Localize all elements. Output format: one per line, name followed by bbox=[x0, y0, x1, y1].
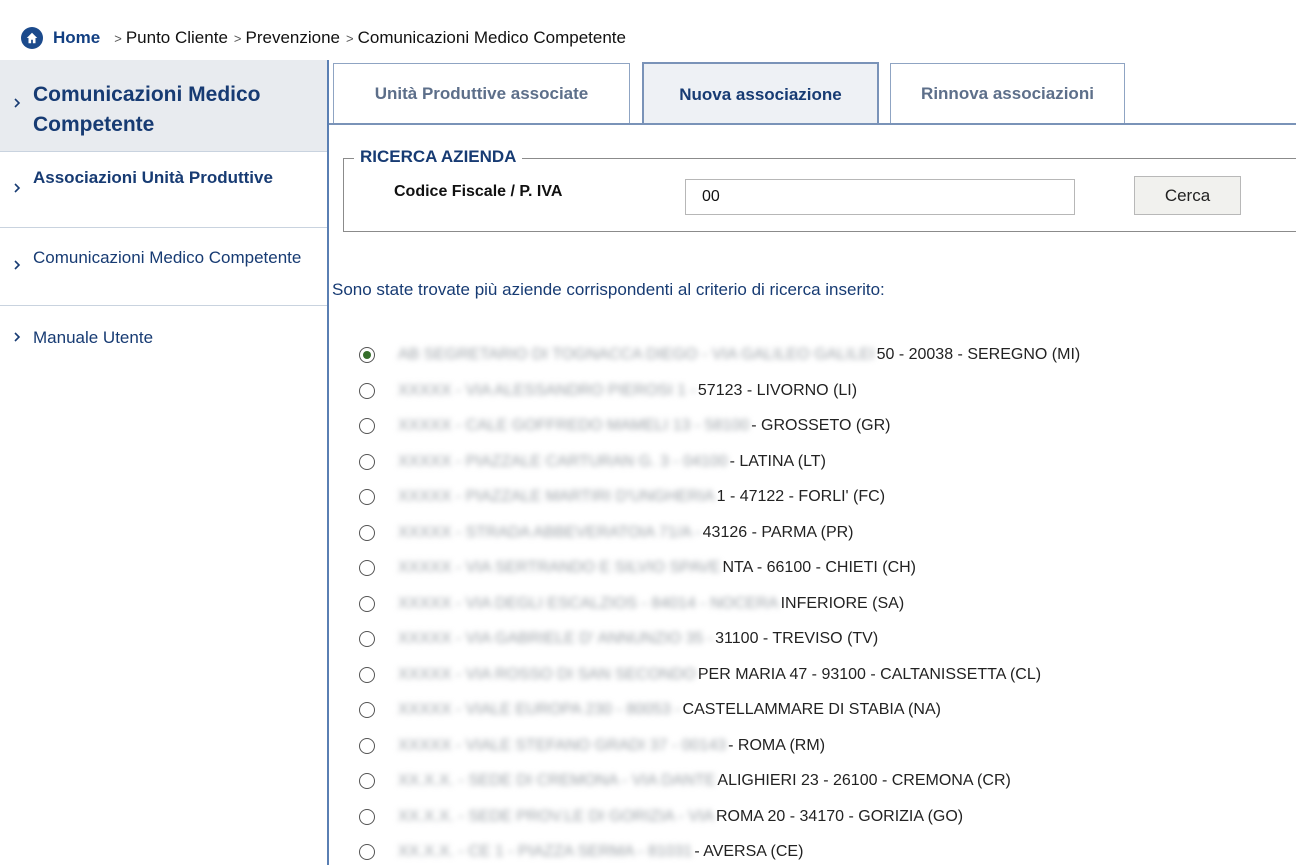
chevron-right-icon bbox=[14, 183, 21, 193]
results-list: AB SEGRETARIO DI TOGNACCA DIEGO - VIA GA… bbox=[329, 60, 1296, 865]
result-label: 50 - 20038 - SEREGNO (MI) bbox=[876, 346, 1081, 363]
radio-button[interactable] bbox=[359, 489, 375, 505]
radio-button[interactable] bbox=[359, 737, 375, 754]
breadcrumb: Home > Punto Cliente > Prevenzione > Com… bbox=[21, 26, 626, 50]
radio-button[interactable] bbox=[359, 347, 375, 363]
redacted-text: XXXXX - STRADA ABBEVERATOIA 71/A - bbox=[398, 523, 701, 541]
radio-button[interactable] bbox=[359, 595, 375, 612]
result-row[interactable]: XXXXX - VIALE EUROPA 230 - 80053 - CASTEL… bbox=[359, 695, 941, 725]
sidebar: Comunicazioni Medico Competente Associaz… bbox=[0, 60, 329, 865]
result-label: 31100 - TREVISO (TV) bbox=[715, 630, 879, 647]
breadcrumb-item[interactable]: Prevenzione bbox=[246, 28, 341, 48]
result-label: PER MARIA 47 - 93100 - CALTANISSETTA (CL… bbox=[697, 665, 1042, 683]
home-icon[interactable] bbox=[21, 27, 43, 49]
result-row[interactable]: XXXXX - VIA DEGLI ESCALZIOS - 84014 - NO… bbox=[359, 589, 904, 619]
radio-button[interactable] bbox=[359, 844, 375, 860]
redacted-text: XX.X.X. - CE 1 - PIAZZA SERMA - 81031 bbox=[398, 843, 693, 860]
redacted-text: XXXXX - PIAZZALE MARTIRI D'UNGHERIA bbox=[398, 488, 715, 505]
redacted-text: XX.X.X. - SEDE DI CREMONA - VIA DANTE bbox=[398, 772, 716, 789]
result-row[interactable]: XXXXX - VIA ALESSANDRO PIEROSI 1 -57123 … bbox=[359, 376, 857, 406]
radio-button[interactable] bbox=[359, 631, 375, 647]
radio-button[interactable] bbox=[359, 418, 375, 434]
radio-button[interactable] bbox=[359, 560, 375, 576]
result-row[interactable]: XXXXX - VIA GABRIELE D' ANNUNZIO 35 -311… bbox=[359, 624, 878, 654]
result-row[interactable]: XXXXX - CALE GOFFREDO MAMELI 13 - 58100-… bbox=[359, 411, 891, 441]
breadcrumb-bar: Home > Punto Cliente > Prevenzione > Com… bbox=[0, 0, 1296, 60]
result-label: 57123 - LIVORNO (LI) bbox=[697, 381, 858, 399]
result-row[interactable]: XXXXX - PIAZZALE MARTIRI D'UNGHERIA 1 - 4… bbox=[359, 482, 885, 512]
result-label: - GROSSETO (GR) bbox=[751, 417, 891, 434]
sidebar-item-manuale[interactable]: Manuale Utente bbox=[0, 306, 327, 366]
radio-button[interactable] bbox=[359, 702, 375, 718]
radio-button[interactable] bbox=[359, 453, 375, 470]
breadcrumb-separator: > bbox=[114, 30, 122, 46]
chevron-right-icon bbox=[14, 98, 21, 108]
chevron-right-icon bbox=[14, 260, 21, 270]
radio-button[interactable] bbox=[359, 382, 375, 399]
result-label: - AVERSA (CE) bbox=[694, 843, 804, 860]
sidebar-item-label: Comunicazioni Medico Competente bbox=[33, 248, 302, 267]
redacted-text: XX.X.X. - SEDE PROV.LE DI GORIZIA - VIA bbox=[398, 807, 714, 825]
sidebar-item-associazioni[interactable]: Associazioni Unità Produttive bbox=[0, 151, 327, 228]
result-label: INFERIORE (SA) bbox=[780, 594, 905, 612]
radio-button[interactable] bbox=[359, 666, 375, 683]
redacted-text: XXXXX - VIA DEGLI ESCALZIOS - 84014 - NO… bbox=[398, 594, 779, 612]
redacted-text: XXXXX - CALE GOFFREDO MAMELI 13 - 58100 bbox=[398, 417, 750, 434]
sidebar-header[interactable]: Comunicazioni Medico Competente bbox=[0, 60, 327, 152]
result-row[interactable]: XXXXX - STRADA ABBEVERATOIA 71/A -43126 … bbox=[359, 518, 854, 548]
redacted-text: XXXXX - VIALE EUROPA 230 - 80053 - bbox=[398, 701, 681, 718]
result-row[interactable]: XXXXX - PIAZZALE CARTURAN G. 3 - 04100- … bbox=[359, 447, 826, 477]
result-label: 1 - 47122 - FORLI' (FC) bbox=[716, 488, 886, 505]
main-content: Unità Produttive associate Nuova associa… bbox=[329, 60, 1296, 865]
result-row[interactable]: AB SEGRETARIO DI TOGNACCA DIEGO - VIA GA… bbox=[359, 340, 1080, 370]
result-row[interactable]: XX.X.X. - SEDE DI CREMONA - VIA DANTE ALI… bbox=[359, 766, 1011, 796]
sidebar-item-label: Manuale Utente bbox=[33, 328, 154, 347]
redacted-text: XXXXX - PIAZZALE CARTURAN G. 3 - 04100 bbox=[398, 452, 728, 470]
chevron-right-icon bbox=[14, 332, 21, 342]
page: Home > Punto Cliente > Prevenzione > Com… bbox=[0, 0, 1296, 865]
breadcrumb-separator: > bbox=[233, 30, 242, 46]
redacted-text: AB SEGRETARIO DI TOGNACCA DIEGO - VIA GA… bbox=[398, 346, 875, 363]
result-row[interactable]: XXXXX - VIA ROSSO DI SAN SECONDO PER MARI… bbox=[359, 660, 1041, 690]
result-label: 43126 - PARMA (PR) bbox=[702, 523, 854, 541]
sidebar-item-comunicazioni[interactable]: Comunicazioni Medico Competente bbox=[0, 228, 327, 306]
redacted-text: XXXXX - VIA GABRIELE D' ANNUNZIO 35 - bbox=[398, 630, 714, 647]
redacted-text: XXXXX - VIA ALESSANDRO PIEROSI 1 - bbox=[398, 381, 696, 399]
result-row[interactable]: XX.X.X. - SEDE PROV.LE DI GORIZIA - VIA R… bbox=[359, 802, 963, 832]
breadcrumb-current: Comunicazioni Medico Competente bbox=[357, 28, 626, 47]
redacted-text: XXXXX - VIALE STEFANO GRADI 37 - 00143 bbox=[398, 736, 727, 754]
result-label: ALIGHIERI 23 - 26100 - CREMONA (CR) bbox=[717, 772, 1011, 789]
result-row[interactable]: XX.X.X. - CE 1 - PIAZZA SERMA - 81031- A… bbox=[359, 837, 803, 867]
radio-button[interactable] bbox=[359, 808, 375, 825]
result-label: - ROMA (RM) bbox=[728, 736, 826, 754]
breadcrumb-separator: > bbox=[346, 30, 354, 46]
breadcrumb-home[interactable]: Home bbox=[53, 28, 100, 48]
result-label: ROMA 20 - 34170 - GORIZIA (GO) bbox=[715, 807, 964, 825]
radio-button[interactable] bbox=[359, 524, 375, 541]
redacted-text: XXXXX - VIA SERTRANDO E SILVIO SPAVE bbox=[398, 559, 721, 576]
result-row[interactable]: XXXXX - VIA SERTRANDO E SILVIO SPAVE NTA … bbox=[359, 553, 916, 583]
breadcrumb-item[interactable]: Punto Cliente bbox=[126, 28, 228, 48]
sidebar-header-label: Comunicazioni Medico Competente bbox=[33, 83, 261, 136]
result-row[interactable]: XXXXX - VIALE STEFANO GRADI 37 - 00143- … bbox=[359, 731, 825, 761]
result-label: - LATINA (LT) bbox=[729, 452, 826, 470]
redacted-text: XXXXX - VIA ROSSO DI SAN SECONDO bbox=[398, 665, 696, 683]
sidebar-item-label: Associazioni Unità Produttive bbox=[33, 168, 273, 187]
result-label: CASTELLAMMARE DI STABIA (NA) bbox=[682, 701, 941, 718]
radio-button[interactable] bbox=[359, 773, 375, 789]
result-label: NTA - 66100 - CHIETI (CH) bbox=[722, 559, 916, 576]
